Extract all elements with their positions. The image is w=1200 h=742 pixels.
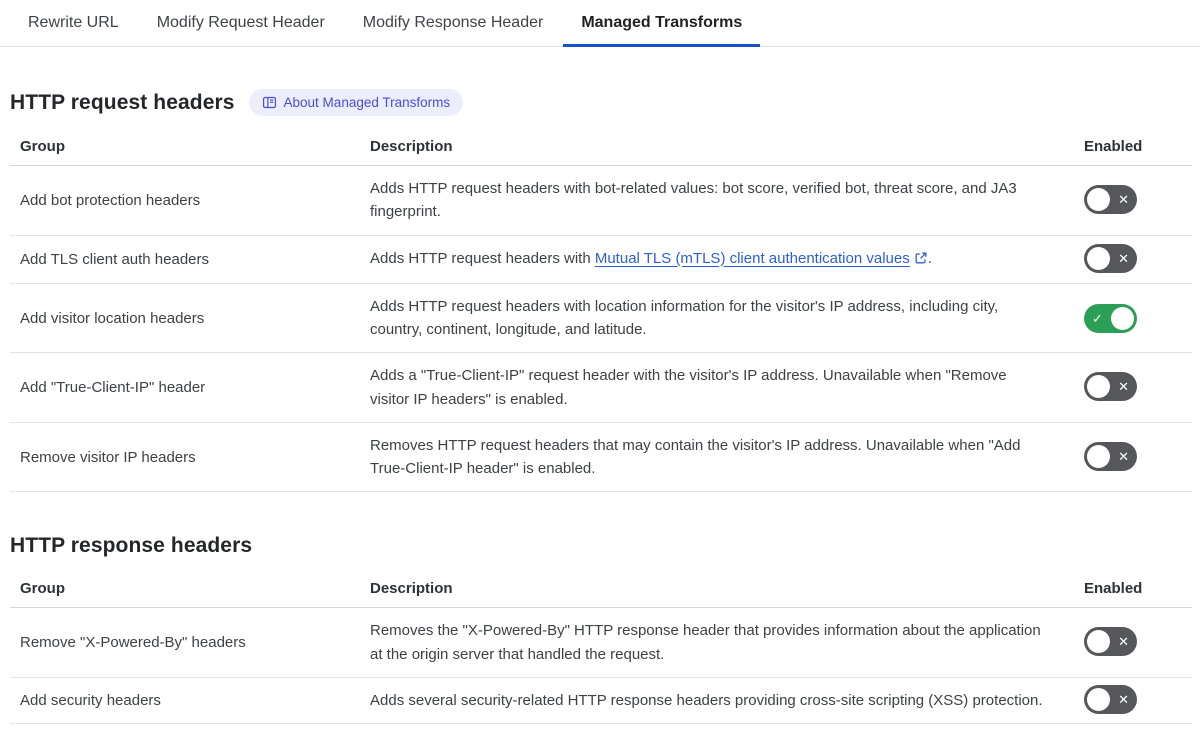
description-text: Adds a "True-Client-IP" request header w…: [370, 367, 1007, 408]
about-badge-label: About Managed Transforms: [283, 95, 451, 110]
table-header-row: Group Description Enabled: [10, 130, 1192, 166]
external-link-icon: [914, 249, 928, 272]
column-header-enabled: Enabled: [1084, 138, 1143, 155]
x-icon: ✕: [1118, 379, 1129, 394]
toggle-knob: [1087, 687, 1110, 711]
description-text: Adds HTTP request headers with Mutual TL…: [360, 236, 1072, 283]
table-row: Remove "X-Powered-By" headers Removes th…: [10, 608, 1192, 678]
column-header-enabled: Enabled: [1084, 580, 1143, 598]
toggle-remove-visitor-ip-headers[interactable]: ✕: [1084, 441, 1137, 471]
tab-rewrite-url[interactable]: Rewrite URL: [10, 0, 137, 47]
table-row: Remove visitor IP headers Removes HTTP r…: [10, 423, 1192, 493]
group-label: Add visitor location headers: [20, 309, 205, 327]
x-icon: ✕: [1118, 691, 1129, 707]
table-row: Add bot protection headers Adds HTTP req…: [10, 166, 1192, 236]
toggle-knob: [1087, 246, 1110, 270]
toggle-add-visitor-location-headers[interactable]: ✓: [1084, 303, 1137, 333]
column-header-group: Group: [20, 138, 65, 155]
toggle-knob: [1087, 187, 1110, 211]
about-managed-transforms-badge[interactable]: About Managed Transforms: [248, 89, 464, 116]
group-label: Add "True-Client-IP" header: [20, 379, 206, 396]
table-row: Add TLS client auth headers Adds HTTP re…: [10, 236, 1192, 284]
group-label: Remove visitor IP headers: [20, 448, 196, 466]
description-text: Removes HTTP request headers that may co…: [370, 436, 1021, 477]
toggle-add-tls-client-auth-headers[interactable]: ✕: [1084, 243, 1137, 273]
column-header-group: Group: [20, 580, 65, 598]
column-header-description: Description: [370, 580, 453, 598]
description-text: Removes the "X-Powered-By" HTTP response…: [370, 622, 1041, 663]
request-section-title: HTTP request headers: [10, 90, 235, 114]
response-headers-table: Group Description Enabled Remove "X-Powe…: [10, 572, 1192, 724]
column-header-description: Description: [370, 138, 453, 155]
description-text: Adds HTTP request headers with bot-relat…: [370, 180, 1017, 221]
description-suffix: .: [927, 249, 932, 267]
response-section-title: HTTP response headers: [10, 534, 253, 558]
book-icon: [262, 95, 277, 110]
group-label: Remove "X-Powered-By" headers: [20, 634, 246, 651]
toggle-add-true-client-ip-header[interactable]: ✕: [1084, 372, 1137, 401]
group-label: Add bot protection headers: [20, 191, 201, 209]
x-icon: ✕: [1118, 191, 1129, 207]
x-icon: ✕: [1118, 634, 1129, 649]
x-icon: ✕: [1118, 448, 1129, 464]
response-headers-section: HTTP response headers Group Description …: [10, 534, 1192, 738]
table-row: Add security headers Adds several securi…: [10, 678, 1192, 724]
description-prefix: Adds HTTP request headers with: [370, 249, 595, 267]
mtls-docs-link[interactable]: Mutual TLS (mTLS) client authentication …: [595, 250, 910, 267]
toggle-knob: [1087, 444, 1110, 468]
table-row: Add "True-Client-IP" header Adds a "True…: [10, 353, 1192, 423]
description-text: Adds HTTP request headers with location …: [370, 297, 999, 338]
toggle-knob: [1087, 375, 1110, 398]
group-label: Add TLS client auth headers: [20, 250, 210, 268]
toggle-add-bot-protection-headers[interactable]: ✕: [1084, 184, 1137, 214]
request-headers-table: Group Description Enabled Add bot protec…: [10, 130, 1192, 493]
toggle-remove-x-powered-by-headers[interactable]: ✕: [1084, 627, 1137, 656]
tab-managed-transforms[interactable]: Managed Transforms: [563, 0, 761, 47]
transform-rules-tabbar: Rewrite URL Modify Request Header Modify…: [0, 0, 1200, 47]
toggle-knob: [1111, 306, 1134, 330]
toggle-add-security-headers[interactable]: ✕: [1084, 684, 1137, 714]
request-headers-section: HTTP request headers About Managed Trans…: [10, 89, 1192, 493]
tab-modify-request-header[interactable]: Modify Request Header: [139, 0, 343, 47]
x-icon: ✕: [1118, 250, 1129, 266]
group-label: Add security headers: [20, 691, 161, 709]
table-header-row: Group Description Enabled: [10, 572, 1192, 609]
table-row: Add visitor location headers Adds HTTP r…: [10, 284, 1192, 354]
toggle-knob: [1087, 630, 1110, 653]
tab-modify-response-header[interactable]: Modify Response Header: [345, 0, 562, 47]
description-text: Adds several security-related HTTP respo…: [370, 691, 1043, 709]
check-icon: ✓: [1092, 310, 1103, 326]
